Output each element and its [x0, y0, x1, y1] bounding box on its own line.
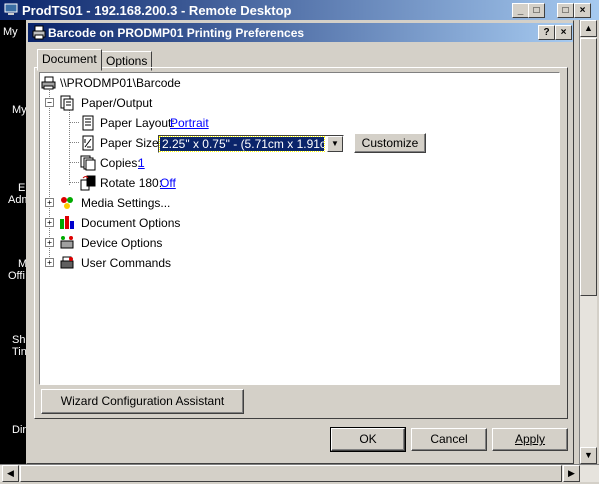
- desktop-icon-label[interactable]: My: [3, 26, 18, 38]
- scroll-right-arrow-icon[interactable]: ▶: [563, 465, 580, 482]
- printer-icon: [31, 25, 47, 40]
- dialog-titlebar: Barcode on PRODMP01 Printing Preferences…: [28, 23, 573, 42]
- tree-connector: [69, 162, 79, 163]
- rotate-icon: [80, 175, 96, 191]
- tree-item-document-options[interactable]: Document Options: [81, 216, 180, 230]
- scroll-up-arrow-icon[interactable]: ▲: [580, 20, 597, 37]
- remote-close-button[interactable]: ×: [574, 3, 591, 18]
- remote-desktop-background: My My E Adm M Offi Sh Tin Dir: [0, 20, 26, 464]
- paper-layout-link[interactable]: Portrait: [170, 116, 209, 130]
- vertical-scroll-thumb[interactable]: [580, 38, 597, 296]
- tree-item-media-settings[interactable]: Media Settings...: [81, 196, 170, 210]
- rotate-link[interactable]: Off: [160, 176, 176, 190]
- printer-icon: [41, 75, 57, 91]
- apply-button[interactable]: Apply: [492, 428, 568, 451]
- paper-size-label: Paper Size:: [100, 136, 163, 150]
- tree-root-printer[interactable]: \\PRODMP01\Barcode: [60, 76, 181, 90]
- ok-button[interactable]: OK: [330, 427, 406, 452]
- dialog-close-button[interactable]: ×: [555, 25, 572, 40]
- expand-icon[interactable]: +: [45, 258, 54, 267]
- paper-layout-icon: [80, 115, 96, 131]
- expand-icon[interactable]: +: [45, 238, 54, 247]
- remote-desktop-titlebar: ProdTS01 - 192.168.200.3 - Remote Deskto…: [0, 0, 599, 20]
- paper-size-icon: [80, 135, 96, 151]
- remote-horizontal-scrollbar[interactable]: ◀ ▶: [0, 464, 599, 482]
- paper-size-selected-value[interactable]: 2.25" x 0.75" - (5.71cm x 1.91cm): [159, 136, 325, 152]
- remote-maximize-button[interactable]: □: [557, 3, 574, 18]
- tree-connector: [69, 182, 79, 183]
- document-options-icon: [59, 215, 75, 231]
- user-commands-icon: [59, 255, 75, 271]
- paper-size-select[interactable]: 2.25" x 0.75" - (5.71cm x 1.91cm) ▼: [158, 135, 344, 153]
- remote-desktop-icon: [4, 3, 18, 16]
- chevron-down-icon[interactable]: ▼: [327, 136, 343, 152]
- tree-item-user-commands[interactable]: User Commands: [81, 256, 171, 270]
- copies-icon: [80, 155, 96, 171]
- tab-document[interactable]: Document: [37, 49, 102, 71]
- tree-connector: [69, 122, 79, 123]
- remote-restore-button[interactable]: □: [528, 3, 545, 18]
- paper-output-icon: [59, 95, 75, 111]
- paper-layout-label: Paper Layout:: [100, 116, 175, 130]
- help-button[interactable]: ?: [538, 25, 555, 40]
- copies-label: Copies:: [100, 156, 141, 170]
- expand-icon[interactable]: +: [45, 218, 54, 227]
- desktop-icon-label[interactable]: E: [18, 182, 25, 194]
- desktop-icon-label[interactable]: Dir: [12, 424, 26, 436]
- scroll-down-arrow-icon[interactable]: ▼: [580, 447, 597, 464]
- remote-minimize-button[interactable]: _: [512, 3, 529, 18]
- desktop-icon-label[interactable]: Adm: [8, 194, 26, 206]
- collapse-icon[interactable]: −: [45, 98, 54, 107]
- horizontal-scroll-thumb[interactable]: [20, 465, 562, 482]
- tree-item-paper-output[interactable]: Paper/Output: [81, 96, 152, 110]
- expand-icon[interactable]: +: [45, 198, 54, 207]
- dialog-title: Barcode on PRODMP01 Printing Preferences: [48, 26, 305, 40]
- desktop-icon-label[interactable]: Offi: [8, 270, 25, 282]
- desktop-icon-label[interactable]: Sh: [12, 334, 25, 346]
- tree-connector: [69, 142, 79, 143]
- desktop-icon-label[interactable]: Tin: [12, 346, 26, 358]
- media-settings-icon: [59, 195, 75, 211]
- wizard-configuration-button[interactable]: Wizard Configuration Assistant: [41, 389, 244, 414]
- desktop-icon-label[interactable]: M: [18, 258, 26, 270]
- scroll-left-arrow-icon[interactable]: ◀: [2, 465, 19, 482]
- remote-vertical-scrollbar[interactable]: ▲ ▼: [579, 20, 597, 464]
- remote-desktop-title: ProdTS01 - 192.168.200.3 - Remote Deskto…: [22, 3, 292, 18]
- customize-button[interactable]: Customize: [354, 133, 426, 153]
- desktop-icon-label[interactable]: My: [12, 104, 26, 116]
- cancel-button[interactable]: Cancel: [411, 428, 487, 451]
- copies-link[interactable]: 1: [138, 156, 145, 170]
- tree-item-device-options[interactable]: Device Options: [81, 236, 162, 250]
- rotate-label: Rotate 180:: [100, 176, 163, 190]
- device-options-icon: [59, 235, 75, 251]
